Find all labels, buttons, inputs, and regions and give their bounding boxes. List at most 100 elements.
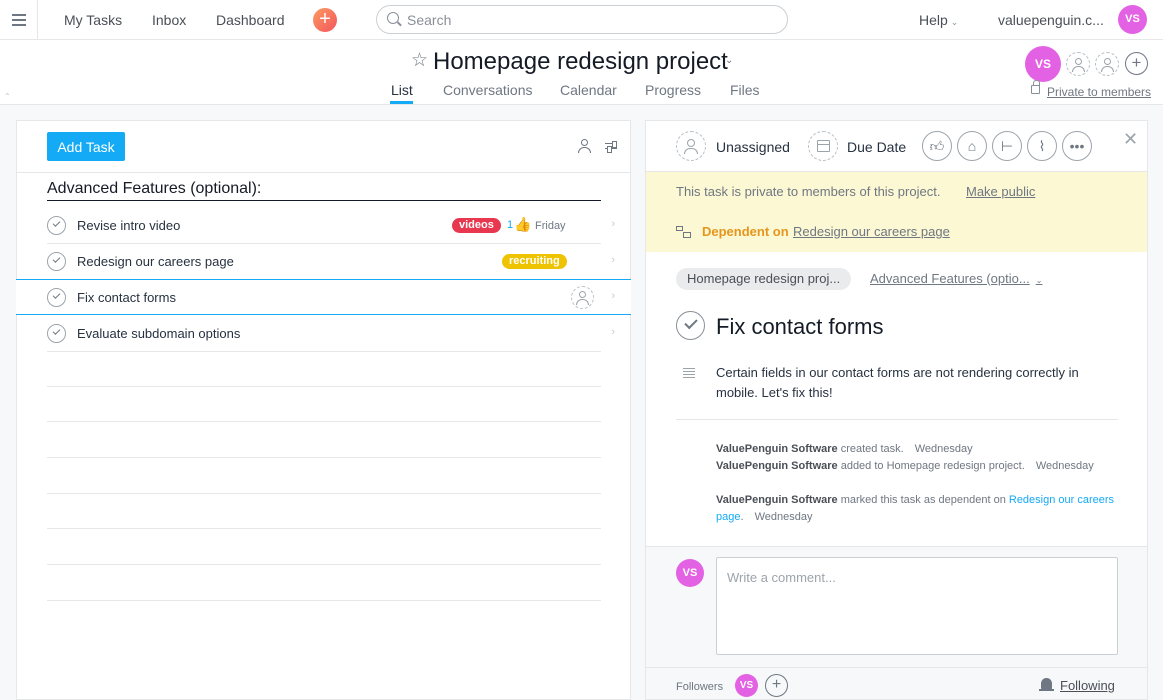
- tag-icon: ⌂: [967, 138, 977, 154]
- star-icon[interactable]: ☆: [411, 49, 428, 72]
- chevron-right-icon[interactable]: ›: [611, 218, 615, 230]
- close-icon[interactable]: ✕: [1123, 129, 1138, 150]
- assignee-empty-icon[interactable]: [571, 286, 594, 309]
- tab-progress[interactable]: Progress: [645, 82, 701, 98]
- tag-videos[interactable]: videos: [452, 218, 501, 233]
- activity-time: Wednesday: [914, 443, 973, 455]
- like-button[interactable]: 👍︎: [922, 131, 952, 161]
- paperclip-icon: ⌇: [1038, 138, 1046, 154]
- calendar-icon[interactable]: [808, 131, 838, 161]
- nav-dashboard[interactable]: Dashboard: [216, 12, 285, 28]
- tag-button[interactable]: ⌂: [957, 131, 987, 161]
- task-row-selected[interactable]: Fix contact forms ›: [16, 279, 631, 315]
- task-name[interactable]: Fix contact forms: [77, 290, 176, 305]
- activity-time: Wednesday: [754, 511, 813, 523]
- project-title[interactable]: Homepage redesign project: [433, 48, 728, 76]
- dependency-icon: [676, 226, 692, 239]
- active-tab-indicator: [390, 101, 413, 104]
- add-follower-button[interactable]: +: [765, 674, 788, 697]
- empty-member-icon[interactable]: [1066, 52, 1090, 76]
- user-avatar[interactable]: VS: [1118, 5, 1147, 34]
- tab-files[interactable]: Files: [730, 82, 760, 98]
- empty-row[interactable]: [47, 528, 601, 529]
- chevron-right-icon[interactable]: ›: [611, 290, 615, 302]
- tag-recruiting[interactable]: recruiting: [502, 254, 567, 269]
- activity-actor[interactable]: ValuePenguin Software: [716, 494, 838, 506]
- filter-sliders-icon[interactable]: [605, 141, 617, 153]
- bell-icon: [1039, 678, 1054, 691]
- task-row[interactable]: Revise intro video videos 1 👍 Friday ›: [47, 208, 615, 244]
- complete-check-icon[interactable]: [676, 311, 705, 340]
- search-icon: [387, 12, 399, 24]
- comment-input[interactable]: [716, 557, 1118, 655]
- project-header: ☆ Homepage redesign project ⌄ List Conve…: [0, 40, 1163, 105]
- section-label: Advanced Features (optio...: [870, 271, 1030, 286]
- project-pill[interactable]: Homepage redesign proj...: [676, 268, 852, 290]
- dependent-task-link[interactable]: Redesign our careers page: [793, 224, 950, 239]
- activity-actor[interactable]: ValuePenguin Software: [716, 443, 838, 455]
- tab-conversations[interactable]: Conversations: [443, 82, 533, 98]
- subtasks-icon: ⊢: [1000, 138, 1014, 154]
- org-switcher[interactable]: valuepenguin.c...: [998, 12, 1104, 28]
- activity-action: marked this task as dependent on: [840, 494, 1006, 506]
- menu-icon[interactable]: [0, 0, 38, 40]
- privacy-link[interactable]: Private to members: [1047, 85, 1151, 99]
- subtasks-button[interactable]: ⊢: [992, 131, 1022, 161]
- thumbs-up-icon[interactable]: 👍: [514, 216, 531, 233]
- empty-row[interactable]: [47, 386, 601, 387]
- privacy-notice: This task is private to members of this …: [676, 184, 941, 199]
- help-menu[interactable]: Help ⌄: [919, 12, 958, 28]
- section-dropdown[interactable]: Advanced Features (optio... ⌄: [870, 271, 1042, 286]
- chevron-right-icon[interactable]: ›: [611, 326, 615, 338]
- collapse-icon[interactable]: ⌃: [4, 92, 11, 101]
- activity-actor[interactable]: ValuePenguin Software: [716, 460, 838, 472]
- empty-row[interactable]: [47, 564, 601, 565]
- search-bar[interactable]: [376, 5, 788, 34]
- task-title[interactable]: Fix contact forms: [716, 314, 883, 340]
- attachment-button[interactable]: ⌇: [1027, 131, 1057, 161]
- tab-list[interactable]: List: [391, 82, 413, 98]
- task-name[interactable]: Evaluate subdomain options: [77, 326, 240, 341]
- following-toggle[interactable]: Following: [1060, 678, 1115, 693]
- due-date-label[interactable]: Due Date: [847, 139, 906, 155]
- nav-my-tasks[interactable]: My Tasks: [64, 12, 122, 28]
- empty-row[interactable]: [47, 600, 601, 601]
- search-input[interactable]: [407, 11, 777, 29]
- chevron-down-icon[interactable]: ⌄: [725, 55, 733, 66]
- empty-member-icon[interactable]: [1095, 52, 1119, 76]
- tab-calendar[interactable]: Calendar: [560, 82, 617, 98]
- assignee-icon[interactable]: [676, 131, 706, 161]
- empty-row[interactable]: [47, 421, 601, 422]
- make-public-link[interactable]: Make public: [966, 184, 1035, 199]
- task-row[interactable]: Evaluate subdomain options ›: [47, 316, 615, 352]
- dependent-label: Dependent on: [702, 224, 789, 239]
- task-name[interactable]: Redesign our careers page: [77, 254, 234, 269]
- followers-label: Followers: [676, 681, 724, 693]
- more-icon: •••: [1069, 138, 1085, 154]
- chevron-right-icon[interactable]: ›: [611, 254, 615, 266]
- followers-bar: Followers VS + Following: [646, 667, 1147, 699]
- add-member-button[interactable]: +: [1125, 52, 1148, 75]
- complete-check-icon[interactable]: [47, 288, 66, 307]
- project-owner-avatar[interactable]: VS: [1025, 46, 1061, 82]
- task-description[interactable]: Certain fields in our contact forms are …: [716, 363, 1116, 403]
- assignee-label[interactable]: Unassigned: [716, 139, 790, 155]
- complete-check-icon[interactable]: [47, 252, 66, 271]
- task-name[interactable]: Revise intro video: [77, 218, 180, 233]
- empty-row[interactable]: [47, 457, 601, 458]
- complete-check-icon[interactable]: [47, 216, 66, 235]
- person-icon[interactable]: [578, 139, 591, 153]
- empty-row[interactable]: [47, 493, 601, 494]
- add-task-button[interactable]: Add Task: [47, 132, 125, 161]
- divider: [17, 172, 630, 173]
- task-row[interactable]: Redesign our careers page recruiting ›: [47, 244, 615, 280]
- private-banner: This task is private to members of this …: [646, 172, 1147, 252]
- quick-add-plus-icon[interactable]: +: [313, 8, 337, 32]
- nav-inbox[interactable]: Inbox: [152, 12, 186, 28]
- more-actions-button[interactable]: •••: [1062, 131, 1092, 161]
- help-label: Help: [919, 12, 948, 28]
- complete-check-icon[interactable]: [47, 324, 66, 343]
- section-header[interactable]: Advanced Features (optional):: [47, 180, 601, 201]
- follower-avatar[interactable]: VS: [735, 674, 758, 697]
- due-date[interactable]: Friday: [535, 220, 566, 232]
